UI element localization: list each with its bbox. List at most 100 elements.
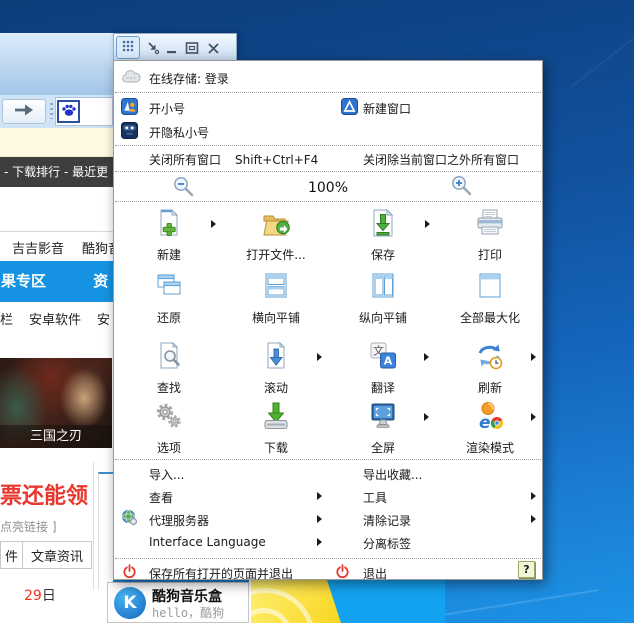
menu-item-close-others[interactable]: 关闭除当前窗口之外所有窗口 <box>363 151 519 168</box>
menu-item-new[interactable]: 新建 <box>119 207 219 263</box>
link-jiji[interactable]: 吉吉影音 <box>12 242 64 257</box>
submenu-arrow <box>531 492 540 500</box>
submenu-arrow <box>425 220 434 228</box>
tab-partial[interactable]: 件 <box>1 542 23 568</box>
kugou-music-box[interactable]: K 酷狗音乐盒 hello，酷狗 <box>107 582 249 623</box>
menu-item-refresh[interactable]: 刷新 <box>440 340 540 396</box>
promo-note: 点亮链接 ] <box>0 518 57 535</box>
grid-label: 刷新 <box>440 379 540 396</box>
main-menu-panel: 在线存储: 登录 开小号 新建窗口 开隐私小号 关闭所有窗口Shift+Ctrl… <box>113 60 543 580</box>
kugou-logo-icon: K <box>114 587 146 619</box>
menu-item-save-all-exit[interactable]: 保存所有打开的页面并退出 <box>149 565 293 582</box>
menu-item-view[interactable]: 查看 <box>149 489 173 506</box>
grid-label: 全屏 <box>333 439 433 456</box>
menu-item-tools[interactable]: 工具 <box>363 489 387 506</box>
mini-account-icon <box>121 98 138 119</box>
game-banner[interactable]: 三国之刃 <box>0 358 112 448</box>
close-all-label: 关闭所有窗口 <box>149 153 221 167</box>
nav-item-right[interactable]: 资 <box>93 272 108 290</box>
menu-item-new-window[interactable]: 新建窗口 <box>363 100 411 117</box>
popout-button[interactable] <box>145 40 161 56</box>
submenu-arrow <box>424 353 433 361</box>
promo-headline[interactable]: 票还能领 <box>0 478 88 510</box>
submenu-arrow <box>531 413 540 421</box>
sublink-3[interactable]: 安 <box>97 313 110 328</box>
artwork-blue-shape <box>311 580 445 623</box>
paw-icon <box>61 102 77 122</box>
minimize-button[interactable] <box>164 40 180 56</box>
menu-item-online-storage[interactable]: 在线存储: 登录 <box>149 70 229 87</box>
download-ranking-bar: - 下载排行 - 最近更 <box>0 157 113 187</box>
menu-item-scroll[interactable]: 滚动 <box>226 340 326 396</box>
submenu-arrow <box>531 353 540 361</box>
section-box-edge <box>98 472 113 590</box>
menu-item-restore-windows[interactable]: 还原 <box>119 270 219 326</box>
maximize-all-icon <box>474 270 506 302</box>
go-arrow-icon <box>13 102 35 121</box>
menu-item-clear-history[interactable]: 清除记录 <box>363 512 411 529</box>
grid-label: 下载 <box>226 439 326 456</box>
menu-grid-button[interactable] <box>116 36 140 59</box>
menu-item-translate[interactable]: 文A 翻译 <box>333 340 433 396</box>
zoom-level: 100% <box>114 180 542 196</box>
print-icon <box>474 207 506 239</box>
menu-item-interface-language[interactable]: Interface Language <box>149 535 266 549</box>
maximize-button[interactable] <box>184 40 200 56</box>
menu-item-tile-horizontal[interactable]: 横向平铺 <box>226 270 326 326</box>
browser-titlebar <box>0 33 113 95</box>
menu-item-download[interactable]: 下载 <box>226 400 326 456</box>
menu-item-fullscreen[interactable]: 全屏 <box>333 400 433 456</box>
menu-window-titlebar <box>113 33 237 60</box>
menu-item-find[interactable]: 查找 <box>119 340 219 396</box>
grid-label: 打印 <box>440 246 540 263</box>
power-icon <box>335 564 350 583</box>
sublink-1[interactable]: 栏 <box>0 313 13 328</box>
menu-item-proxy-server[interactable]: 代理服务器 <box>149 512 209 529</box>
find-icon <box>153 340 185 372</box>
menu-item-print[interactable]: 打印 <box>440 207 540 263</box>
tile-horizontal-icon <box>260 270 292 302</box>
grid-label: 渲染模式 <box>440 439 540 456</box>
grid-label: 查找 <box>119 379 219 396</box>
menu-item-render-mode[interactable]: e 渲染模式 <box>440 400 540 456</box>
menu-item-open-private-mini[interactable]: 开隐私小号 <box>149 124 209 141</box>
menu-item-exit[interactable]: 退出 <box>363 565 387 582</box>
close-button[interactable] <box>205 40 221 56</box>
nav-item-left[interactable]: 果专区 <box>1 272 46 290</box>
grid-label: 纵向平铺 <box>333 309 433 326</box>
menu-item-tile-vertical[interactable]: 纵向平铺 <box>333 270 433 326</box>
separator <box>115 171 541 172</box>
date-badge: 29日 <box>24 585 56 605</box>
go-button[interactable] <box>2 99 46 124</box>
download-icon <box>260 400 292 432</box>
grid-label: 横向平铺 <box>226 309 326 326</box>
render-mode-icon: e <box>474 400 506 432</box>
private-account-icon <box>121 122 138 143</box>
menu-item-save[interactable]: 保存 <box>333 207 433 263</box>
open-file-icon <box>260 207 292 239</box>
menu-grid-icon <box>121 38 135 57</box>
menu-item-options[interactable]: 选项 <box>119 400 219 456</box>
menu-item-close-all[interactable]: 关闭所有窗口Shift+Ctrl+F4 <box>149 151 318 168</box>
menu-item-maximize-all[interactable]: 全部最大化 <box>440 270 540 326</box>
menu-item-detach-tab[interactable]: 分离标签 <box>363 535 411 552</box>
menu-item-open-file[interactable]: 打开文件... <box>226 207 326 263</box>
notice-strip <box>0 128 113 157</box>
cloud-icon <box>121 69 141 88</box>
save-icon <box>367 207 399 239</box>
kugou-title: 酷狗音乐盒 <box>152 586 222 606</box>
menu-item-export-favorites[interactable]: 导出收藏... <box>363 466 422 483</box>
toolbar-grip[interactable] <box>50 103 53 119</box>
zoom-in-button[interactable] <box>450 174 473 201</box>
submenu-arrow <box>211 220 220 228</box>
scroll-icon <box>260 340 292 372</box>
grid-label: 翻译 <box>333 379 433 396</box>
date-unit: 日 <box>42 588 56 604</box>
help-button[interactable]: ? <box>518 561 535 578</box>
sublink-2[interactable]: 安卓软件 <box>29 313 81 328</box>
menu-item-import[interactable]: 导入... <box>149 466 184 483</box>
tile-vertical-icon <box>367 270 399 302</box>
menu-item-open-mini[interactable]: 开小号 <box>149 100 185 117</box>
paw-favicon[interactable] <box>57 100 80 123</box>
tab-article-news[interactable]: 文章资讯 <box>23 542 91 568</box>
